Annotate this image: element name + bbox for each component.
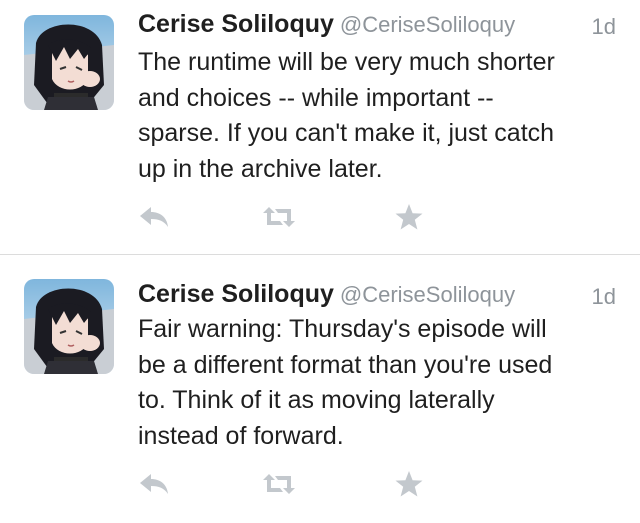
tweet-text: The runtime will be very much shorter an… bbox=[138, 45, 628, 187]
tweet-text: Fair warning: Thursday's episode will be… bbox=[138, 312, 628, 454]
retweet-icon bbox=[263, 474, 295, 494]
avatar[interactable] bbox=[24, 279, 114, 374]
favorite-star-icon bbox=[395, 203, 423, 229]
tweet-text-line: to. Think of it as moving laterally bbox=[138, 386, 495, 414]
favorite-button[interactable] bbox=[389, 200, 429, 234]
tweet-text-line: be a different format than you're used bbox=[138, 350, 553, 379]
tweet[interactable]: Cerise Soliloquy @CeriseSoliloquy 1d The … bbox=[0, 0, 640, 254]
display-name[interactable]: Cerise Soliloquy bbox=[138, 280, 334, 308]
reply-icon bbox=[140, 207, 168, 227]
timestamp[interactable]: 1d bbox=[592, 14, 616, 40]
tweet-header: Cerise Soliloquy @CeriseSoliloquy 1d bbox=[138, 280, 618, 314]
tweet-text-line: sparse. If you can't make it, just catch bbox=[138, 119, 555, 147]
retweet-button[interactable] bbox=[259, 200, 299, 234]
retweet-button[interactable] bbox=[259, 467, 299, 501]
tweet[interactable]: Cerise Soliloquy @CeriseSoliloquy 1d Fair… bbox=[0, 255, 640, 523]
reply-icon bbox=[140, 474, 168, 494]
tweet-text-line: The runtime will be very much shorter bbox=[138, 48, 555, 76]
username[interactable]: @CeriseSoliloquy bbox=[340, 12, 515, 37]
tweet-text-line: Fair warning: Thursday's episode will bbox=[138, 315, 547, 343]
reply-button[interactable] bbox=[134, 467, 174, 501]
timeline: Cerise Soliloquy @CeriseSoliloquy 1d The … bbox=[0, 0, 640, 523]
timestamp[interactable]: 1d bbox=[592, 284, 616, 310]
favorite-button[interactable] bbox=[389, 467, 429, 501]
tweet-actions bbox=[130, 200, 440, 236]
tweet-header: Cerise Soliloquy @CeriseSoliloquy 1d bbox=[138, 10, 618, 44]
retweet-icon bbox=[263, 207, 295, 227]
username[interactable]: @CeriseSoliloquy bbox=[340, 282, 515, 307]
tweet-text-line: and choices -- while important -- bbox=[138, 83, 494, 112]
favorite-star-icon bbox=[395, 470, 423, 496]
tweet-text-line: instead of forward. bbox=[138, 421, 344, 450]
tweet-actions bbox=[130, 467, 440, 503]
avatar[interactable] bbox=[24, 15, 114, 110]
display-name[interactable]: Cerise Soliloquy bbox=[138, 10, 334, 38]
reply-button[interactable] bbox=[134, 200, 174, 234]
tweet-text-line: up in the archive later. bbox=[138, 154, 383, 183]
